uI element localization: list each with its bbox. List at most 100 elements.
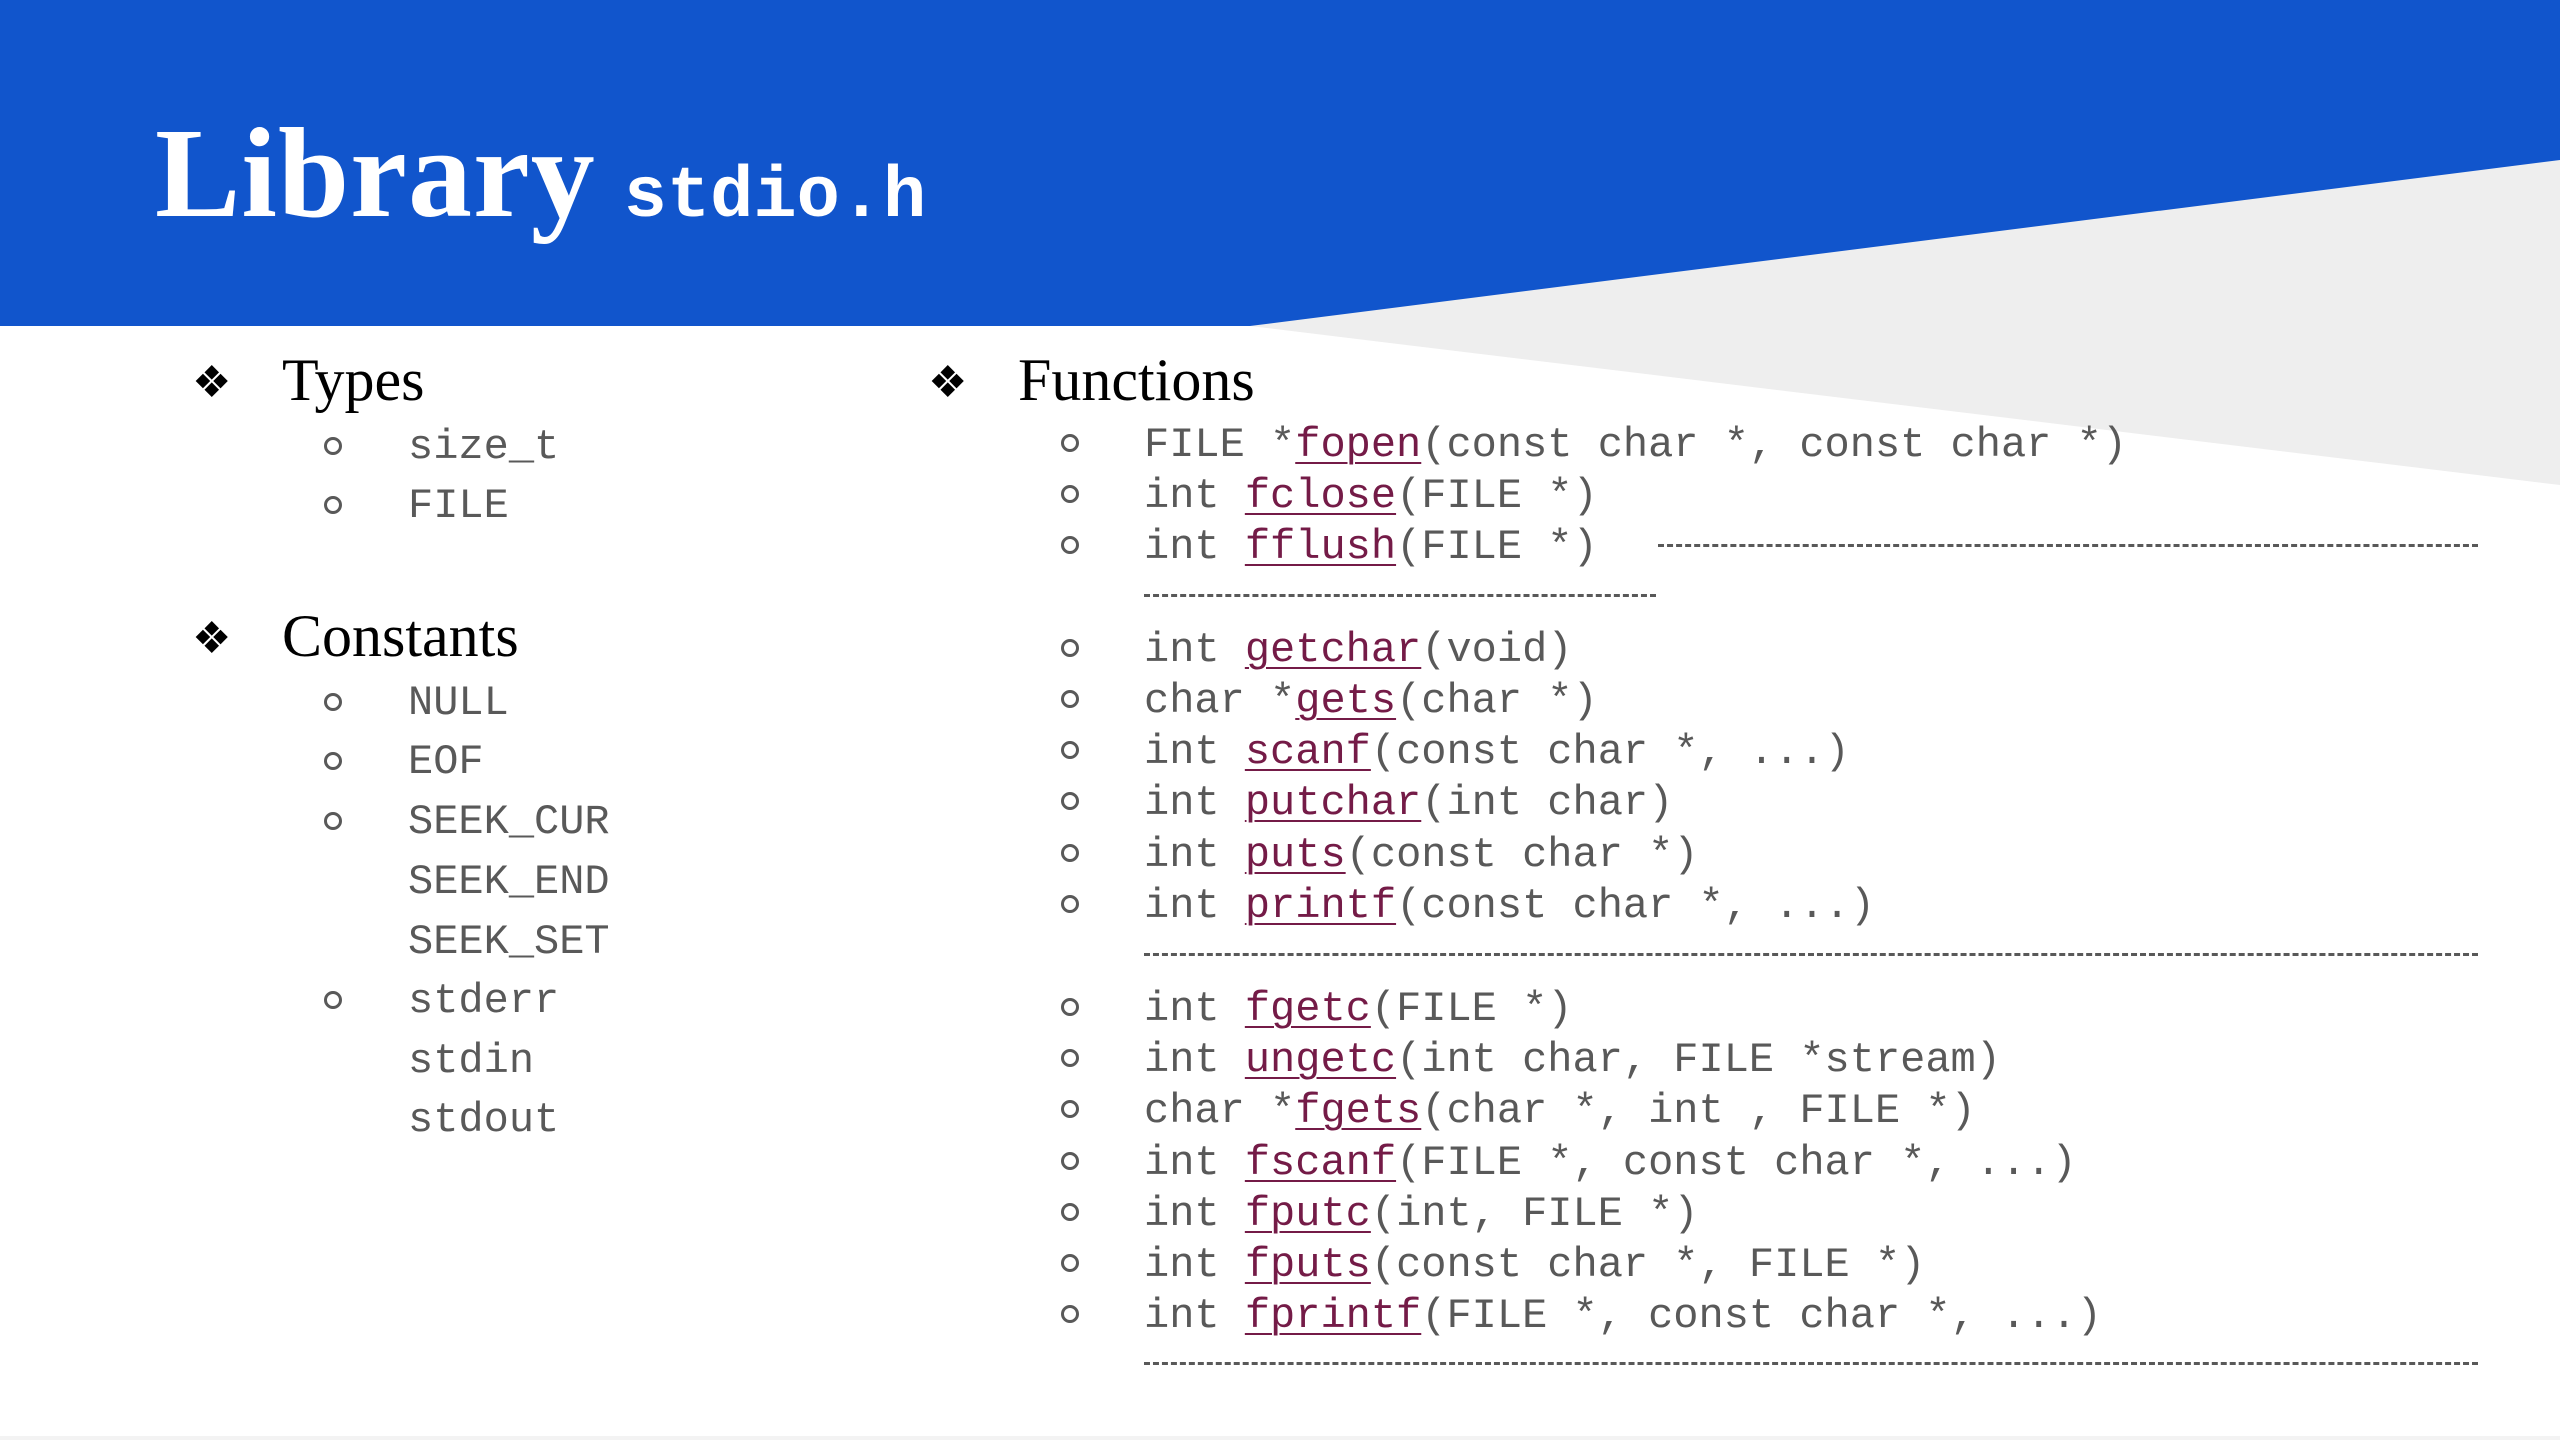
function-return-type: int bbox=[1144, 1190, 1245, 1238]
hollow-bullet-icon bbox=[1061, 1254, 1079, 1272]
hollow-bullet-icon bbox=[324, 752, 342, 770]
list-item: NULL bbox=[408, 679, 509, 727]
function-link[interactable]: ungetc bbox=[1245, 1036, 1396, 1084]
function-arguments: (FILE *, const char *, ...) bbox=[1396, 1139, 2077, 1187]
hollow-bullet-icon bbox=[1061, 1203, 1079, 1221]
function-return-type: int bbox=[1144, 626, 1245, 674]
diamond-bullet-icon: ❖ bbox=[192, 613, 232, 663]
function-return-type: FILE * bbox=[1144, 421, 1296, 469]
function-return-type: int bbox=[1144, 472, 1245, 520]
function-return-type: int bbox=[1144, 1241, 1245, 1289]
function-signature: int putchar(int char) bbox=[1144, 782, 1673, 824]
function-arguments: (FILE *) bbox=[1370, 985, 1573, 1033]
function-signature: int ungetc(int char, FILE *stream) bbox=[1144, 1039, 2001, 1081]
functions-heading-label: Functions bbox=[1018, 347, 1255, 413]
function-return-type: int bbox=[1144, 728, 1245, 776]
hollow-bullet-icon bbox=[1061, 1100, 1079, 1118]
hollow-bullet-icon bbox=[1061, 1049, 1079, 1067]
slide-title: Library stdio.h bbox=[155, 100, 926, 247]
function-arguments: (const char *, ...) bbox=[1370, 728, 1850, 776]
list-item: SEEK_END bbox=[408, 858, 610, 906]
hollow-bullet-icon bbox=[1061, 485, 1079, 503]
hollow-bullet-icon bbox=[1061, 1152, 1079, 1170]
hollow-bullet-icon bbox=[1061, 639, 1079, 657]
list-item: stdout bbox=[408, 1096, 560, 1144]
function-return-type: int bbox=[1144, 1036, 1245, 1084]
function-signature: int printf(const char *, ...) bbox=[1144, 885, 1875, 927]
functions-heading: ❖ Functions bbox=[928, 346, 1255, 415]
list-item: size_t bbox=[408, 423, 560, 471]
dashed-separator bbox=[1144, 594, 1656, 597]
function-link[interactable]: printf bbox=[1245, 882, 1396, 930]
title-main: Library bbox=[155, 102, 596, 244]
constants-heading-label: Constants bbox=[282, 603, 519, 669]
list-item: SEEK_SET bbox=[408, 918, 610, 966]
function-arguments: (const char *, ...) bbox=[1396, 882, 1875, 930]
function-signature: char *gets(char *) bbox=[1144, 680, 1598, 722]
function-link[interactable]: fputs bbox=[1245, 1241, 1371, 1289]
list-item: FILE bbox=[408, 482, 509, 530]
hollow-bullet-icon bbox=[1061, 741, 1079, 759]
function-arguments: (int char, FILE *stream) bbox=[1396, 1036, 2001, 1084]
hollow-bullet-icon bbox=[1061, 844, 1079, 862]
function-link[interactable]: getchar bbox=[1245, 626, 1421, 674]
hollow-bullet-icon bbox=[1061, 792, 1079, 810]
function-signature: int scanf(const char *, ...) bbox=[1144, 731, 1850, 773]
function-link[interactable]: fopen bbox=[1295, 421, 1421, 469]
function-link[interactable]: fflush bbox=[1245, 523, 1396, 571]
dashed-separator bbox=[1144, 1362, 2478, 1365]
hollow-bullet-icon bbox=[324, 991, 342, 1009]
function-arguments: (FILE *) bbox=[1396, 472, 1598, 520]
bottom-divider bbox=[0, 1436, 2560, 1440]
list-item: stderr bbox=[408, 977, 560, 1025]
function-arguments: (int, FILE *) bbox=[1370, 1190, 1699, 1238]
function-link[interactable]: fscanf bbox=[1245, 1139, 1396, 1187]
diamond-bullet-icon: ❖ bbox=[928, 357, 968, 407]
function-signature: int getchar(void) bbox=[1144, 629, 1573, 671]
function-link[interactable]: fclose bbox=[1245, 472, 1396, 520]
types-heading-label: Types bbox=[282, 347, 425, 413]
diamond-bullet-icon: ❖ bbox=[192, 357, 232, 407]
hollow-bullet-icon bbox=[1061, 895, 1079, 913]
function-signature: int puts(const char *) bbox=[1144, 834, 1699, 876]
function-return-type: int bbox=[1144, 1292, 1245, 1340]
function-link[interactable]: scanf bbox=[1245, 728, 1371, 776]
function-link[interactable]: fprintf bbox=[1245, 1292, 1421, 1340]
hollow-bullet-icon bbox=[324, 496, 342, 514]
function-return-type: char * bbox=[1144, 1087, 1296, 1135]
function-signature: int fputs(const char *, FILE *) bbox=[1144, 1244, 1925, 1286]
function-link[interactable]: fgets bbox=[1295, 1087, 1421, 1135]
function-return-type: int bbox=[1144, 985, 1245, 1033]
function-return-type: int bbox=[1144, 523, 1245, 571]
function-return-type: int bbox=[1144, 1139, 1245, 1187]
function-link[interactable]: fgetc bbox=[1245, 985, 1371, 1033]
function-signature: int fflush(FILE *) bbox=[1144, 526, 1598, 568]
function-arguments: (const char *, FILE *) bbox=[1370, 1241, 1926, 1289]
function-arguments: (int char) bbox=[1421, 779, 1674, 827]
function-arguments: (FILE *) bbox=[1396, 523, 1598, 571]
dashed-separator bbox=[1144, 953, 2478, 956]
hollow-bullet-icon bbox=[1061, 998, 1079, 1016]
function-signature: char *fgets(char *, int , FILE *) bbox=[1144, 1090, 1976, 1132]
function-link[interactable]: fputc bbox=[1245, 1190, 1371, 1238]
function-arguments: (FILE *, const char *, ...) bbox=[1421, 1292, 2102, 1340]
hollow-bullet-icon bbox=[1061, 690, 1079, 708]
list-item: stdin bbox=[408, 1037, 535, 1085]
title-subtitle: stdio.h bbox=[623, 156, 927, 238]
function-return-type: char * bbox=[1144, 677, 1296, 725]
function-return-type: int bbox=[1144, 831, 1245, 879]
function-link[interactable]: putchar bbox=[1245, 779, 1421, 827]
function-signature: int fputc(int, FILE *) bbox=[1144, 1193, 1699, 1235]
hollow-bullet-icon bbox=[324, 437, 342, 455]
function-arguments: (char *) bbox=[1396, 677, 1598, 725]
function-link[interactable]: gets bbox=[1295, 677, 1396, 725]
function-signature: int fprintf(FILE *, const char *, ...) bbox=[1144, 1295, 2102, 1337]
hollow-bullet-icon bbox=[1061, 536, 1079, 554]
function-arguments: (const char *, const char *) bbox=[1421, 421, 2127, 469]
function-signature: int fclose(FILE *) bbox=[1144, 475, 1598, 517]
function-link[interactable]: puts bbox=[1245, 831, 1346, 879]
list-item: EOF bbox=[408, 738, 484, 786]
hollow-bullet-icon bbox=[324, 693, 342, 711]
function-arguments: (const char *) bbox=[1345, 831, 1699, 879]
function-signature: FILE *fopen(const char *, const char *) bbox=[1144, 424, 2127, 466]
